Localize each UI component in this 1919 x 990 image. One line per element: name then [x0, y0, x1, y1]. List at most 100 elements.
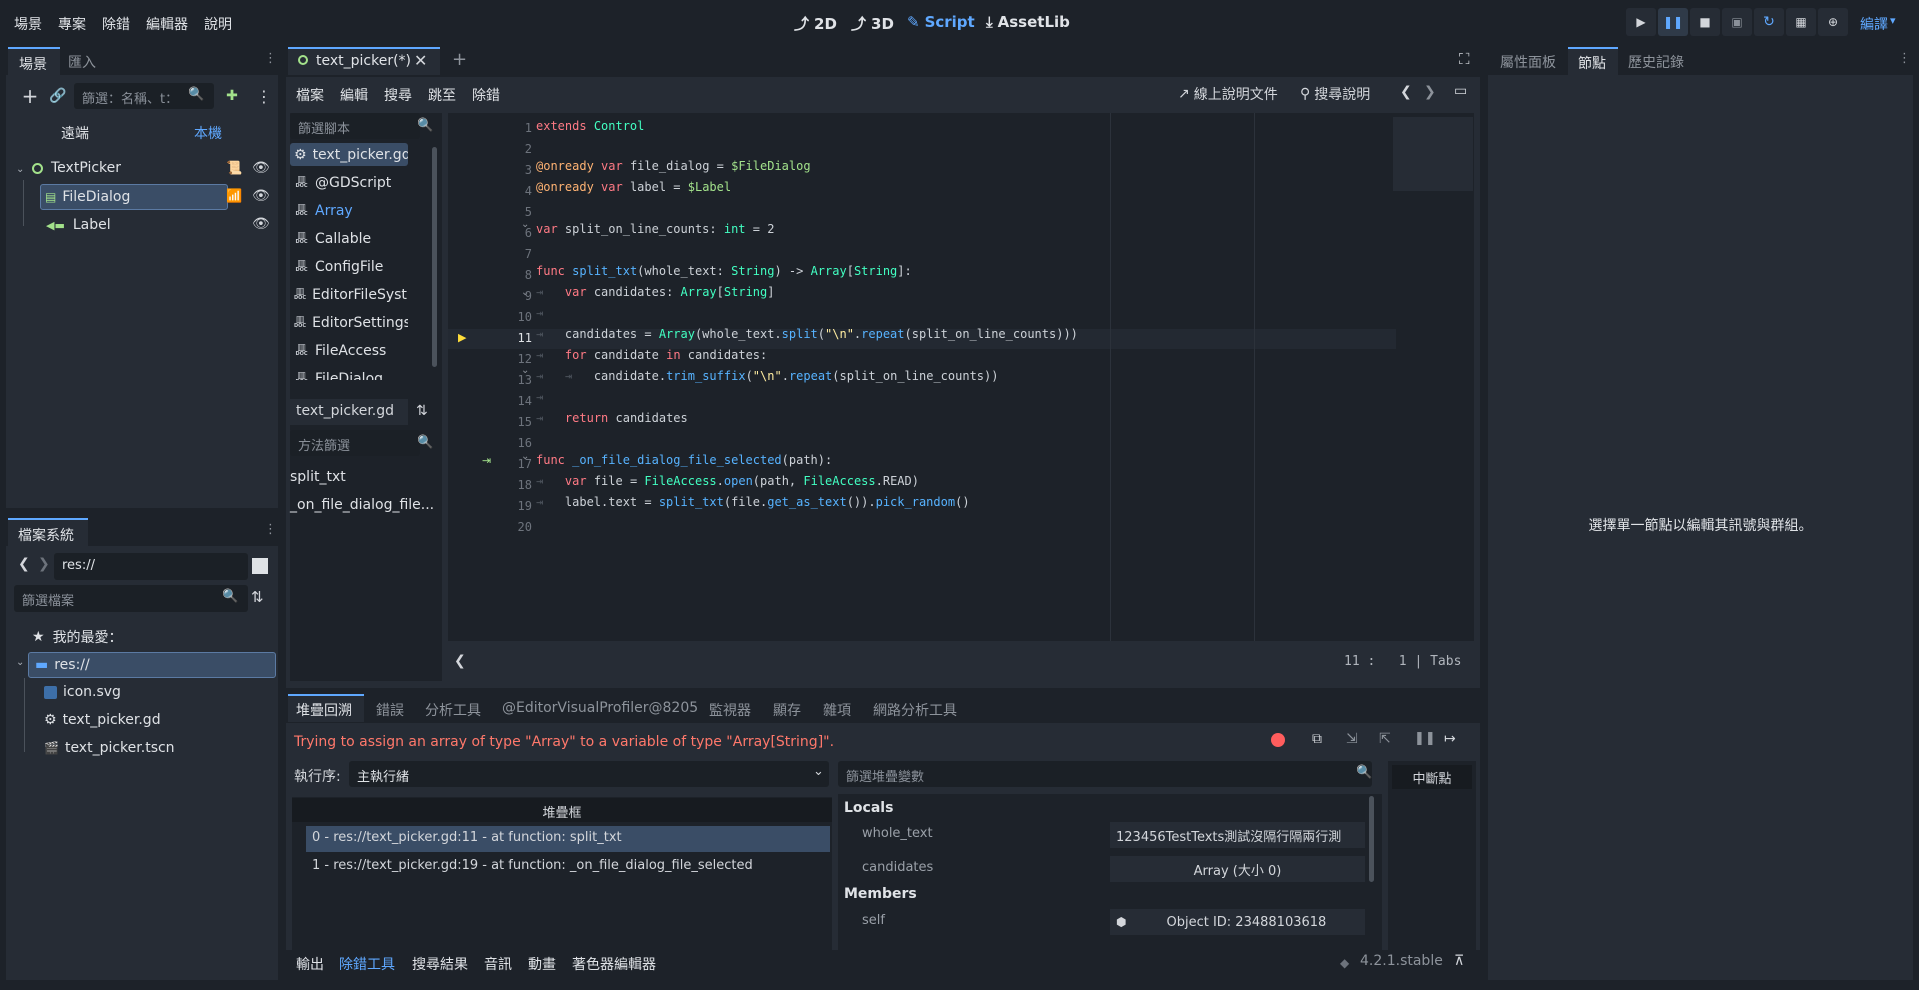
tab-video-ram[interactable]: 顯存	[773, 700, 801, 720]
play-button[interactable]: ▶	[1626, 8, 1656, 36]
script-item-configfile[interactable]: ▥ DOC ConfigFile	[290, 255, 408, 278]
break-icon[interactable]: ❚❚	[1414, 731, 1436, 746]
folder-res[interactable]: ▬ res://	[28, 652, 276, 678]
filter-scripts-input[interactable]: 篩選腳本	[290, 113, 420, 139]
forward-arrow-icon[interactable]: ❯	[38, 556, 50, 572]
toggle-scripts-panel-icon[interactable]: ▭	[1454, 83, 1467, 99]
sort-icon[interactable]: ⇅	[251, 588, 264, 606]
tab-node[interactable]: 節點	[1568, 47, 1618, 75]
script-item-gdscript[interactable]: ▥ DOC @GDScript	[290, 171, 408, 194]
fullscreen-icon[interactable]: ⛶	[1459, 50, 1470, 68]
close-icon[interactable]: ✕	[414, 51, 427, 70]
tab-import[interactable]: 匯入	[68, 52, 96, 72]
method-item-on-file-dialog[interactable]: _on_file_dialog_file...	[286, 493, 436, 516]
script-menu-file[interactable]: 檔案	[296, 85, 324, 105]
tab-stack-trace[interactable]: 堆疊回溯	[288, 694, 364, 722]
script-menu-search[interactable]: 搜尋	[384, 85, 412, 105]
tab-errors[interactable]: 錯誤	[376, 700, 404, 720]
signal-icon[interactable]: 📶	[226, 189, 242, 204]
sort-icon[interactable]: ⇅	[416, 403, 428, 419]
path-field[interactable]: res://	[54, 553, 248, 580]
reload-button[interactable]: ↻	[1754, 8, 1784, 36]
renderer-selector[interactable]: 編譯	[1860, 14, 1888, 34]
script-menu-goto[interactable]: 跳至	[428, 85, 456, 105]
online-docs-button[interactable]: ↗ 線上說明文件	[1178, 84, 1278, 104]
file-text-picker-gd[interactable]: ⚙ text_picker.gd	[44, 707, 161, 733]
collapse-arrow-icon[interactable]: ⌄	[16, 164, 24, 175]
tree-node-textpicker[interactable]: TextPicker	[32, 155, 121, 181]
add-tab-plus-icon[interactable]: +	[452, 49, 467, 70]
minimap[interactable]	[1393, 117, 1473, 191]
filter-methods-input[interactable]: 方法篩選	[290, 430, 420, 456]
stack-frame-row[interactable]: 1 - res://text_picker.gd:19 - at functio…	[306, 854, 830, 880]
history-back-icon[interactable]: ❮	[1400, 84, 1412, 100]
script-item-fileaccess[interactable]: ▥ DOC FileAccess	[290, 339, 408, 362]
script-item-array[interactable]: ▥ DOC Array	[290, 199, 408, 222]
tab-history[interactable]: 歷史記錄	[1628, 52, 1684, 72]
var-value[interactable]: Array (大小 0)	[1110, 856, 1365, 882]
tree-node-filedialog[interactable]: ▤ FileDialog	[40, 184, 228, 210]
var-value[interactable]: ⬢ Object ID: 23488103618	[1110, 909, 1365, 935]
tab-monitors[interactable]: 監視器	[709, 700, 751, 720]
script-menu-edit[interactable]: 編輯	[340, 85, 368, 105]
var-value[interactable]: 123456TestTexts測試沒隔行隔兩行測	[1110, 822, 1365, 848]
tree-node-label[interactable]: ◀▬ Label	[46, 212, 111, 238]
tab-network-profiler[interactable]: 網路分析工具	[873, 700, 957, 720]
signal-connection-icon[interactable]: ⇥	[482, 454, 491, 467]
back-arrow-icon[interactable]: ❮	[18, 556, 30, 572]
visibility-eye-icon[interactable]: 👁	[252, 216, 270, 232]
method-item-split-txt[interactable]: split_txt	[286, 465, 436, 488]
bottom-debugger[interactable]: 除錯工具	[339, 954, 395, 974]
script-item-editorfilesystem[interactable]: ▥DOCEditorFileSyst...	[290, 283, 408, 306]
history-forward-icon[interactable]: ❯	[1424, 84, 1436, 100]
bottom-animation[interactable]: 動畫	[528, 954, 556, 974]
script-attached-icon[interactable]: 📜	[226, 161, 242, 176]
bottom-shader-editor[interactable]: 著色器編輯器	[572, 954, 656, 974]
add-node-button[interactable]: +	[18, 84, 42, 108]
instance-scene-button[interactable]: 🔗	[46, 84, 70, 108]
movie-maker-button[interactable]: ⊕	[1818, 8, 1848, 36]
indent-mode[interactable]: Tabs	[1430, 654, 1461, 669]
record-breakpoint-icon[interactable]	[1271, 733, 1285, 747]
bottom-audio[interactable]: 音訊	[484, 954, 512, 974]
play-scene-button[interactable]: ▦	[1786, 8, 1816, 36]
local-tab[interactable]: 本機	[194, 123, 222, 143]
stop-button[interactable]: ■	[1690, 8, 1720, 36]
search-help-button[interactable]: ⚲ 搜尋說明	[1300, 84, 1370, 104]
visibility-eye-icon[interactable]: 👁	[252, 160, 270, 176]
bottom-output[interactable]: 輸出	[296, 954, 324, 974]
menu-scene[interactable]: 場景	[14, 14, 42, 34]
remote-tab[interactable]: 遠端	[61, 123, 89, 143]
script-menu-debug[interactable]: 除錯	[472, 85, 500, 105]
menu-help[interactable]: 說明	[204, 14, 232, 34]
mode-script-button[interactable]: ✎ Script	[907, 13, 975, 31]
tab-filesystem[interactable]: 檔案系統	[8, 518, 88, 546]
thread-select[interactable]: 主執行緒	[349, 761, 829, 787]
copy-icon[interactable]: ⧉	[1312, 731, 1322, 747]
tab-text-picker[interactable]: text_picker(*) ✕	[288, 47, 440, 75]
script-item-filedialog[interactable]: ▥DOCFileDialog	[290, 367, 408, 381]
step-into-icon[interactable]: ⇲	[1346, 731, 1358, 747]
tab-misc[interactable]: 雜項	[823, 700, 851, 720]
collapse-arrow-icon[interactable]: ⌄	[16, 657, 24, 668]
attach-script-button[interactable]: ✚	[220, 84, 244, 108]
visibility-eye-icon[interactable]: 👁	[252, 188, 270, 204]
file-filter-input[interactable]: 篩選檔案	[14, 585, 248, 612]
filter-stack-vars-input[interactable]: 篩選堆疊變數	[838, 761, 1372, 787]
tab-inspector[interactable]: 屬性面板	[1500, 52, 1556, 72]
continue-icon[interactable]: ↦	[1444, 731, 1456, 747]
tab-profiler[interactable]: 分析工具	[425, 700, 481, 720]
script-item-editorsettings[interactable]: ▥ DOC EditorSettings	[290, 311, 408, 334]
menu-editor[interactable]: 編輯器	[146, 14, 188, 34]
step-over-icon[interactable]: ⇱	[1379, 731, 1391, 747]
tab-scene[interactable]: 場景	[8, 47, 60, 75]
file-text-picker-tscn[interactable]: 🎬 text_picker.tscn	[44, 735, 175, 761]
script-list-scrollbar[interactable]	[432, 147, 437, 367]
scene-options-button[interactable]: ⋮	[252, 84, 276, 108]
toggle-scripts-list-icon[interactable]: ❮	[454, 653, 466, 669]
mode-3d-button[interactable]: ⤴ 3D	[851, 13, 894, 34]
mode-2d-button[interactable]: ⤴ 2D	[794, 13, 837, 34]
menu-dots-icon[interactable]: ⋮	[264, 522, 277, 537]
favorites-row[interactable]: ★ 我的最愛：	[32, 624, 123, 650]
menu-dots-icon[interactable]: ⋮	[1898, 51, 1911, 66]
